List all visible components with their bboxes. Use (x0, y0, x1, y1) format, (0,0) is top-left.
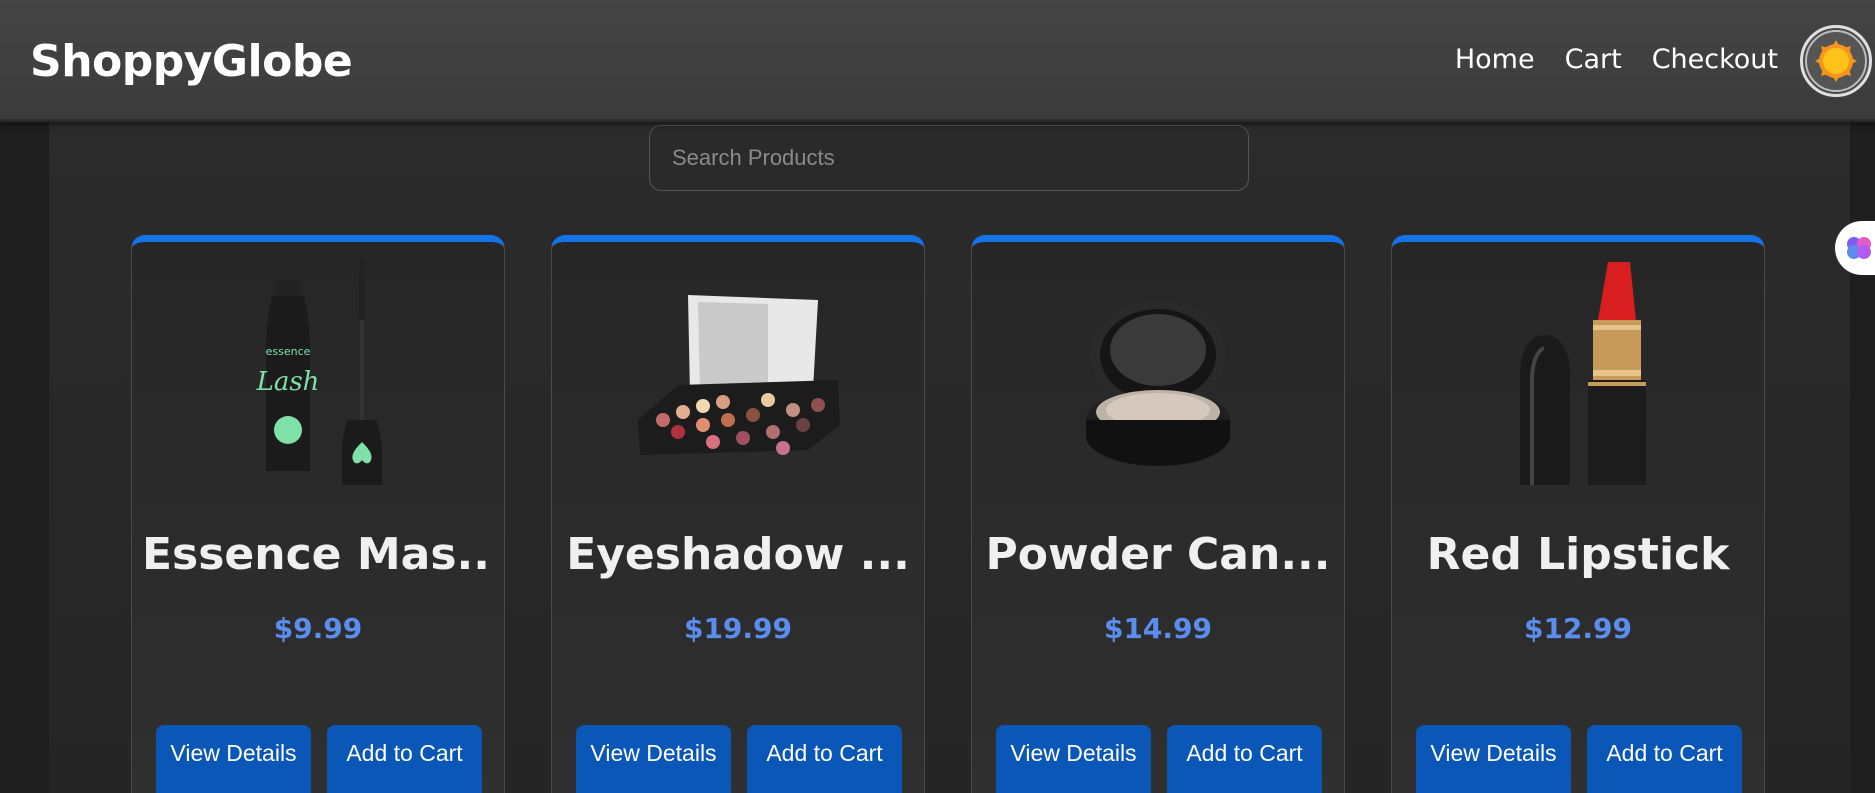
product-card[interactable]: Red Lipstick $12.99 View Details Add to … (1391, 235, 1765, 793)
product-price: $9.99 (273, 612, 363, 645)
svg-text:essence: essence (266, 345, 311, 358)
navbar: ShoppyGlobe Home Cart Checkout (0, 0, 1875, 122)
product-title[interactable]: Red Lipstick (1402, 529, 1754, 580)
theme-toggle-button[interactable] (1800, 25, 1872, 97)
nav-link-home[interactable]: Home (1455, 44, 1535, 75)
view-details-button[interactable]: View Details (1416, 725, 1571, 793)
add-to-cart-button[interactable]: Add to Cart (327, 725, 482, 793)
lipstick-icon (1520, 262, 1646, 485)
product-title[interactable]: Powder Can... (982, 529, 1334, 580)
main-content: essence Lash Essence Mas... $9.99 View D… (49, 122, 1850, 793)
product-card[interactable]: Powder Can... $14.99 View Details Add to… (971, 235, 1345, 793)
product-title[interactable]: Eyeshadow ... (562, 529, 914, 580)
add-to-cart-button[interactable]: Add to Cart (1587, 725, 1742, 793)
sun-icon (1815, 40, 1857, 82)
nav-links: Home Cart Checkout (1455, 44, 1778, 75)
brand-logo[interactable]: ShoppyGlobe (30, 36, 353, 87)
nav-link-cart[interactable]: Cart (1565, 44, 1622, 75)
product-card[interactable]: essence Lash Essence Mas... $9.99 View D… (131, 235, 505, 793)
add-to-cart-button[interactable]: Add to Cart (1167, 725, 1322, 793)
product-price: $14.99 (1103, 612, 1213, 645)
product-price: $12.99 (1523, 612, 1633, 645)
mascara-icon: essence Lash (256, 260, 382, 485)
search-input[interactable] (649, 125, 1249, 191)
powder-compact-icon (1086, 300, 1230, 466)
view-details-button[interactable]: View Details (156, 725, 311, 793)
svg-text:Lash: Lash (256, 367, 320, 397)
product-card[interactable]: Eyeshadow ... $19.99 View Details Add to… (551, 235, 925, 793)
product-price: $19.99 (683, 612, 793, 645)
product-title[interactable]: Essence Mas... (142, 529, 494, 580)
view-details-button[interactable]: View Details (576, 725, 731, 793)
add-to-cart-button[interactable]: Add to Cart (747, 725, 902, 793)
brain-icon (1847, 237, 1871, 259)
nav-link-checkout[interactable]: Checkout (1652, 44, 1778, 75)
view-details-button[interactable]: View Details (996, 725, 1151, 793)
eyeshadow-palette-icon (638, 295, 840, 455)
